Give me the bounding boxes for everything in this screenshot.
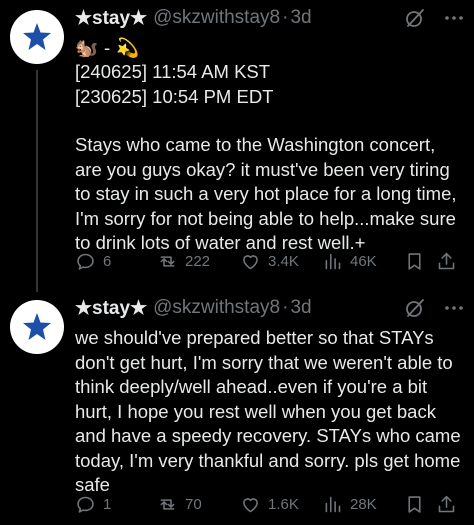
emoji-line: 🐿️ - 💫 bbox=[75, 36, 464, 60]
tweet-header: ★stay★ @skzwithstay8 · 3d bbox=[75, 290, 464, 326]
repost-button[interactable]: 70 bbox=[157, 494, 202, 515]
reply-count: 6 bbox=[103, 252, 112, 270]
thread: ★stay★ @skzwithstay8 · 3d 🐿️ - 💫 [240625… bbox=[0, 0, 474, 525]
reply-button[interactable]: 6 bbox=[75, 251, 111, 272]
star-avatar-icon bbox=[23, 23, 51, 50]
tweet-content: ★stay★ @skzwithstay8 · 3d 🐿️ - 💫 [240625… bbox=[75, 0, 464, 256]
views-button[interactable]: 28K bbox=[322, 494, 377, 515]
views-button[interactable]: 46K bbox=[322, 251, 377, 272]
grok-icon[interactable] bbox=[404, 297, 426, 319]
share-icon bbox=[438, 252, 455, 269]
like-count: 1.6K bbox=[268, 495, 299, 513]
like-button[interactable]: 1.6K bbox=[240, 494, 299, 515]
thread-connector bbox=[36, 70, 38, 292]
more-icon[interactable] bbox=[444, 298, 464, 318]
reply-icon bbox=[77, 253, 94, 270]
views-count: 46K bbox=[350, 252, 377, 270]
like-count: 3.4K bbox=[268, 252, 299, 270]
tweet[interactable]: ★stay★ @skzwithstay8 · 3d we should've p… bbox=[0, 290, 474, 525]
squirrel-emoji: 🐿️ bbox=[75, 37, 99, 58]
share-button[interactable] bbox=[436, 251, 464, 272]
bookmark-button[interactable] bbox=[404, 251, 432, 272]
tweet-content: ★stay★ @skzwithstay8 · 3d we should've p… bbox=[75, 290, 464, 498]
avatar[interactable] bbox=[10, 10, 64, 64]
repost-icon bbox=[160, 255, 175, 267]
separator-dot: · bbox=[282, 7, 289, 28]
repost-icon bbox=[160, 498, 175, 510]
repost-count: 222 bbox=[185, 252, 211, 270]
bookmark-button[interactable] bbox=[404, 494, 432, 515]
share-button[interactable] bbox=[436, 494, 464, 515]
views-icon bbox=[325, 496, 341, 512]
handle[interactable]: @skzwithstay8 bbox=[153, 7, 280, 29]
separator-dot: · bbox=[282, 297, 289, 318]
tweet-header: ★stay★ @skzwithstay8 · 3d bbox=[75, 0, 464, 36]
tweet-body: we should've prepared better so that STA… bbox=[75, 327, 461, 495]
like-button[interactable]: 3.4K bbox=[240, 251, 299, 272]
heart-icon bbox=[243, 497, 258, 512]
action-bar: 6 222 3.4K 46K bbox=[75, 247, 464, 275]
timestamp[interactable]: 3d bbox=[290, 7, 311, 29]
avatar[interactable] bbox=[10, 300, 64, 354]
emoji-separator: - bbox=[104, 37, 111, 58]
display-name[interactable]: ★stay★ bbox=[75, 297, 147, 320]
share-icon bbox=[438, 495, 455, 512]
dizzy-emoji: 💫 bbox=[116, 37, 140, 58]
grok-icon[interactable] bbox=[404, 7, 426, 29]
more-icon[interactable] bbox=[444, 8, 464, 28]
bookmark-icon bbox=[408, 252, 421, 270]
date-line: [240625] 11:54 AM KST bbox=[75, 61, 271, 82]
display-name[interactable]: ★stay★ bbox=[75, 7, 147, 30]
tweet-body: Stays who came to the Washington concert… bbox=[75, 134, 457, 253]
repost-button[interactable]: 222 bbox=[157, 251, 210, 272]
reply-button[interactable]: 1 bbox=[75, 494, 111, 515]
timestamp[interactable]: 3d bbox=[290, 297, 311, 319]
action-bar: 1 70 1.6K 28K bbox=[75, 490, 464, 518]
bookmark-icon bbox=[408, 495, 421, 513]
views-count: 28K bbox=[350, 495, 377, 513]
repost-count: 70 bbox=[185, 495, 202, 513]
date-line: [230625] 10:54 PM EDT bbox=[75, 85, 274, 107]
handle[interactable]: @skzwithstay8 bbox=[153, 297, 280, 319]
reply-count: 1 bbox=[103, 495, 112, 513]
reply-icon bbox=[77, 496, 94, 513]
tweet[interactable]: ★stay★ @skzwithstay8 · 3d 🐿️ - 💫 [240625… bbox=[0, 0, 474, 292]
heart-icon bbox=[243, 254, 258, 269]
star-avatar-icon bbox=[23, 313, 51, 340]
views-icon bbox=[325, 253, 341, 269]
